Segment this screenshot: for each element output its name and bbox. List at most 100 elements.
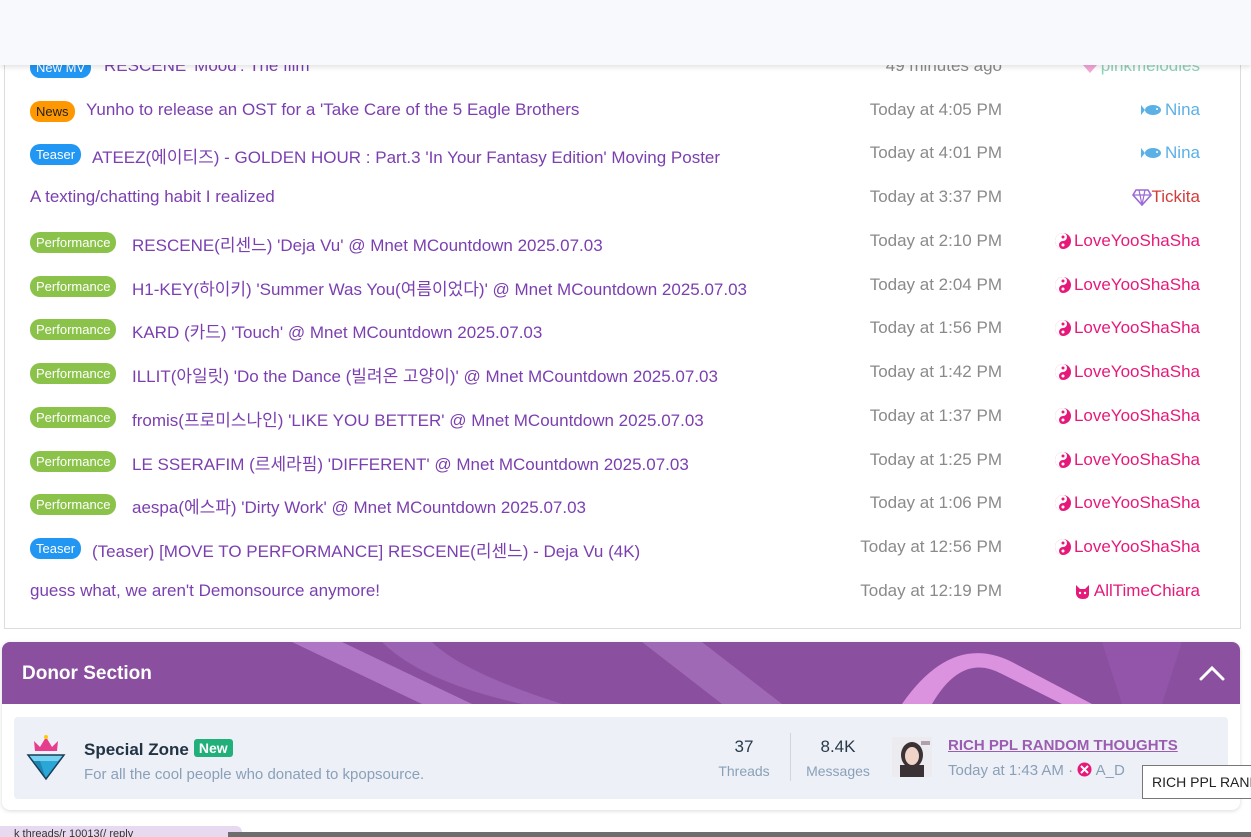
thread-time[interactable]: Today at 12:19 PM (860, 581, 1002, 601)
thread-time[interactable]: Today at 12:56 PM (860, 537, 1002, 557)
thread-author[interactable]: Nina (1141, 143, 1200, 163)
yinyang-icon (1054, 363, 1072, 381)
thread-time[interactable]: Today at 3:37 PM (870, 187, 1002, 207)
author-name[interactable]: LoveYooShaSha (1074, 406, 1200, 426)
messages-label: Messages (806, 763, 870, 779)
thread-prefix-label[interactable]: Performance (30, 276, 117, 297)
thread-time[interactable]: Today at 1:56 PM (870, 318, 1002, 338)
thread-prefix-label[interactable]: Performance (30, 451, 117, 472)
thread-author[interactable]: Tickita (1131, 187, 1201, 207)
header-decoration (292, 642, 1182, 704)
fish-icon (1141, 144, 1163, 162)
thread-title-link[interactable]: ATEEZ(에이티즈) - GOLDEN HOUR : Part.3 'In Y… (92, 143, 720, 168)
thread-prefix-label[interactable]: Performance (30, 494, 117, 515)
thread-time[interactable]: Today at 1:25 PM (870, 450, 1002, 470)
thread-time[interactable]: Today at 2:10 PM (870, 231, 1002, 251)
author-name[interactable]: AllTimeChiara (1094, 581, 1200, 601)
thread-title-link[interactable]: (Teaser) [MOVE TO PERFORMANCE] RESCENE(리… (92, 537, 640, 562)
thread-prefix-label[interactable]: Teaser (30, 538, 82, 559)
thread-prefix-label[interactable]: Performance (30, 407, 117, 428)
thread-title-link[interactable]: ILLIT(아일릿) 'Do the Dance (빌려온 고양이)' @ Mn… (132, 362, 718, 387)
thread-author[interactable]: LoveYooShaSha (1054, 450, 1200, 470)
forum-description: For all the cool people who donated to k… (84, 766, 425, 783)
stat-divider (790, 733, 791, 781)
donor-section-header[interactable]: Donor Section (2, 642, 1240, 704)
thread-row[interactable]: Performance RESCENE(리센느) 'Deja Vu' @ Mnet… (30, 228, 1200, 258)
yinyang-icon (1054, 538, 1072, 556)
donor-section: Donor Section Special Zone New For all th… (2, 642, 1240, 810)
last-post-avatar[interactable] (892, 737, 932, 777)
thread-row[interactable]: Teaser (Teaser) [MOVE TO PERFORMANCE] RES… (30, 534, 1200, 564)
author-name[interactable]: Nina (1165, 100, 1200, 120)
chevron-up-icon[interactable] (1196, 657, 1228, 689)
new-badge: New (193, 739, 233, 757)
thread-time[interactable]: Today at 4:01 PM (870, 143, 1002, 163)
thread-row[interactable]: Performance fromis(프로미스나인) 'LIKE YOU BETT… (30, 403, 1200, 433)
thread-row[interactable]: Performance ILLIT(아일릿) 'Do the Dance (빌려온… (30, 359, 1200, 389)
thread-prefix-label[interactable]: Performance (30, 363, 117, 384)
forum-name[interactable]: Special Zone (84, 740, 189, 759)
thread-time[interactable]: Today at 1:37 PM (870, 406, 1002, 426)
yinyang-icon (1054, 319, 1072, 337)
thread-author[interactable]: LoveYooShaSha (1054, 231, 1200, 251)
thread-title-link[interactable]: KARD (카드) 'Touch' @ Mnet MCountdown 2025… (132, 318, 542, 343)
thread-author[interactable]: LoveYooShaSha (1054, 275, 1200, 295)
author-name[interactable]: Tickita (1152, 187, 1201, 207)
last-post-meta: Today at 1:43 AM · A_D (948, 762, 1125, 779)
thread-prefix-label[interactable]: Teaser (30, 144, 82, 165)
thread-title-link[interactable]: A texting/chatting habit I realized (30, 187, 275, 207)
thread-row[interactable]: A texting/chatting habit I realized Today… (30, 184, 1200, 214)
author-name[interactable]: LoveYooShaSha (1074, 537, 1200, 557)
thread-time[interactable]: Today at 1:06 PM (870, 493, 1002, 513)
last-post-title-link[interactable]: RICH PPL RANDOM THOUGHTS (948, 737, 1178, 754)
thread-row[interactable]: Performance H1-KEY(하이키) 'Summer Was You(여… (30, 272, 1200, 302)
fish-icon (1141, 101, 1163, 119)
thread-author[interactable]: LoveYooShaSha (1054, 318, 1200, 338)
author-name[interactable]: LoveYooShaSha (1074, 493, 1200, 513)
author-name[interactable]: LoveYooShaSha (1074, 231, 1200, 251)
yinyang-icon (1054, 407, 1072, 425)
thread-title-link[interactable]: LE SSERAFIM (르세라핌) 'DIFFERENT' @ Mnet MC… (132, 450, 689, 475)
yinyang-icon (1054, 451, 1072, 469)
browser-status-bar: k threads/r 10013(/ reply (0, 826, 242, 837)
thread-title-link[interactable]: RESCENE(리센느) 'Deja Vu' @ Mnet MCountdown… (132, 231, 603, 256)
thread-row[interactable]: Teaser ATEEZ(에이티즈) - GOLDEN HOUR : Part.3… (30, 140, 1200, 170)
thread-row[interactable]: News Yunho to release an OST for a 'Take … (30, 97, 1200, 127)
thread-title-link[interactable]: H1-KEY(하이키) 'Summer Was You(여름이었다)' @ Mn… (132, 275, 747, 300)
thread-prefix-label[interactable]: Performance (30, 232, 117, 253)
forum-node-special-zone[interactable]: Special Zone New For all the cool people … (14, 717, 1228, 799)
forum-title[interactable]: Special Zone New (84, 739, 233, 760)
diamond-icon (1131, 188, 1152, 207)
thread-title-link[interactable]: guess what, we aren't Demonsource anymor… (30, 581, 380, 601)
thread-author[interactable]: LoveYooShaSha (1054, 362, 1200, 382)
user-icon (1077, 762, 1092, 777)
author-name[interactable]: LoveYooShaSha (1074, 450, 1200, 470)
author-name[interactable]: Nina (1165, 143, 1200, 163)
thread-author[interactable]: LoveYooShaSha (1054, 406, 1200, 426)
thread-title-link[interactable]: aespa(에스파) 'Dirty Work' @ Mnet MCountdow… (132, 493, 586, 518)
last-post-time[interactable]: Today at 1:43 AM (948, 762, 1064, 779)
thread-title-link[interactable]: fromis(프로미스나인) 'LIKE YOU BETTER' @ Mnet … (132, 406, 704, 431)
thread-row[interactable]: Performance aespa(에스파) 'Dirty Work' @ Mne… (30, 490, 1200, 520)
thread-row[interactable]: Performance KARD (카드) 'Touch' @ Mnet MCou… (30, 315, 1200, 345)
thread-time[interactable]: Today at 2:04 PM (870, 275, 1002, 295)
thread-time[interactable]: Today at 1:42 PM (870, 362, 1002, 382)
thread-author[interactable]: Nina (1141, 100, 1200, 120)
messages-stat: 8.4K Messages (798, 737, 878, 779)
thread-author[interactable]: LoveYooShaSha (1054, 493, 1200, 513)
author-name[interactable]: LoveYooShaSha (1074, 275, 1200, 295)
threads-label: Threads (718, 763, 770, 779)
last-post-user[interactable]: A_D (1096, 762, 1125, 779)
thread-time[interactable]: Today at 4:05 PM (870, 100, 1002, 120)
author-name[interactable]: LoveYooShaSha (1074, 362, 1200, 382)
thread-row[interactable]: guess what, we aren't Demonsource anymor… (30, 578, 1200, 608)
thread-row[interactable]: Performance LE SSERAFIM (르세라핌) 'DIFFERENT… (30, 447, 1200, 477)
messages-count: 8.4K (820, 737, 856, 756)
thread-prefix-label[interactable]: News (30, 101, 75, 122)
thread-title-link[interactable]: Yunho to release an OST for a 'Take Care… (86, 100, 579, 120)
thread-author[interactable]: LoveYooShaSha (1054, 537, 1200, 557)
meta-separator: · (1068, 762, 1074, 779)
author-name[interactable]: LoveYooShaSha (1074, 318, 1200, 338)
thread-author[interactable]: AllTimeChiara (1074, 581, 1200, 601)
thread-prefix-label[interactable]: Performance (30, 319, 117, 340)
